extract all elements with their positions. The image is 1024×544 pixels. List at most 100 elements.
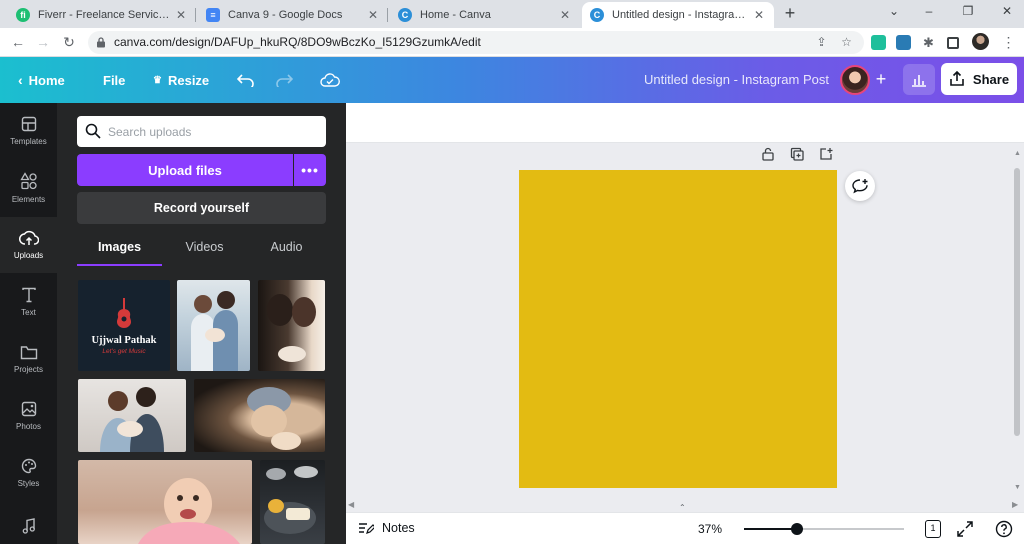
forward-icon[interactable]: → xyxy=(35,34,51,50)
restore-icon[interactable]: ❐ xyxy=(961,4,975,18)
tab-images[interactable]: Images xyxy=(77,240,162,264)
scroll-right-arrow-icon[interactable]: ▶ xyxy=(1012,500,1018,509)
duplicate-page-icon[interactable] xyxy=(790,147,804,161)
rail-item-photos[interactable]: Photos xyxy=(0,388,57,444)
rail-item-elements[interactable]: Elements xyxy=(0,160,57,216)
new-tab-button[interactable]: + xyxy=(781,4,799,22)
rail-item-uploads[interactable]: Uploads xyxy=(0,217,57,273)
side-panel-icon[interactable] xyxy=(947,37,959,49)
smiling-baby-image xyxy=(138,478,240,544)
rail-item-styles[interactable]: Styles xyxy=(0,445,57,501)
extension-save-icon[interactable] xyxy=(896,35,911,50)
upload-thumbnail-couple-photo[interactable] xyxy=(258,280,325,371)
fullscreen-icon[interactable] xyxy=(956,520,974,538)
upload-thumbnail-logo[interactable]: Ujjwal Pathak Let's get Music xyxy=(78,280,170,371)
upload-more-options-button[interactable]: ••• xyxy=(294,154,326,186)
uploads-panel: Upload files ••• Record yourself Images … xyxy=(57,103,346,544)
reload-icon[interactable]: ↻ xyxy=(61,34,77,50)
tab-videos[interactable]: Videos xyxy=(162,240,247,264)
rail-item-projects[interactable]: Projects xyxy=(0,331,57,387)
browser-tab-fiverr[interactable]: fi Fiverr - Freelance Services Marke ✕ xyxy=(8,2,196,28)
side-navigation-rail: Templates Elements Uploads Text Projects… xyxy=(0,103,57,544)
rail-item-audio[interactable] xyxy=(0,502,57,544)
home-button[interactable]: ‹ Home xyxy=(18,57,65,103)
minimize-icon[interactable]: – xyxy=(922,4,936,18)
editor-header: ‹ Home File ♛ Resize Untitled design - I… xyxy=(0,57,1024,103)
user-avatar[interactable] xyxy=(840,65,870,95)
close-tab-icon[interactable]: ✕ xyxy=(366,8,380,22)
browser-tab-untitled-design[interactable]: C Untitled design - Instagram Post ✕ xyxy=(582,2,774,28)
add-page-icon[interactable] xyxy=(819,147,833,161)
bookmark-star-icon[interactable]: ☆ xyxy=(839,35,854,50)
scrollbar-thumb[interactable] xyxy=(1014,168,1020,436)
address-bar[interactable]: canva.com/design/DAFUp_hkuRQ/8DO9wBczKo_… xyxy=(88,31,864,54)
back-icon[interactable]: ← xyxy=(10,34,26,50)
save-status-button[interactable] xyxy=(320,57,340,103)
extension-grammar-icon[interactable] xyxy=(871,35,886,50)
tab-audio[interactable]: Audio xyxy=(247,240,326,264)
file-menu-button[interactable]: File xyxy=(103,57,125,103)
record-yourself-button[interactable]: Record yourself xyxy=(77,192,326,224)
rail-item-templates[interactable]: Templates xyxy=(0,103,57,159)
vertical-scrollbar[interactable]: ▲ ▼ xyxy=(1012,150,1022,498)
help-icon[interactable] xyxy=(995,520,1013,538)
upload-thumbnail-parents-baby-photo[interactable] xyxy=(78,379,186,452)
resize-button[interactable]: ♛ Resize xyxy=(153,57,209,103)
resize-label: Resize xyxy=(167,72,210,88)
close-tab-icon[interactable]: ✕ xyxy=(174,8,188,22)
scroll-up-arrow-icon[interactable]: ▲ xyxy=(1014,150,1021,157)
styles-icon xyxy=(21,458,36,474)
close-tab-icon[interactable]: ✕ xyxy=(752,8,766,22)
elements-icon xyxy=(19,172,37,190)
zoom-percentage[interactable]: 37% xyxy=(698,522,722,536)
rail-item-text[interactable]: Text xyxy=(0,274,57,330)
fiverr-favicon-icon: fi xyxy=(16,8,30,22)
extensions-puzzle-icon[interactable]: ✱ xyxy=(921,35,936,50)
design-page-canvas[interactable] xyxy=(519,170,837,488)
editor-footer: Notes 37% 1 xyxy=(346,512,1024,544)
undo-button[interactable] xyxy=(237,57,255,103)
browser-tab-strip: fi Fiverr - Freelance Services Marke ✕ ≡… xyxy=(0,0,1024,28)
text-icon xyxy=(21,287,36,303)
page-count-button[interactable]: 1 xyxy=(925,520,941,538)
document-title[interactable]: Untitled design - Instagram Post xyxy=(644,72,829,87)
close-tab-icon[interactable]: ✕ xyxy=(558,8,572,22)
upload-files-label: Upload files xyxy=(148,162,222,178)
insights-button[interactable] xyxy=(903,64,935,95)
browser-tab-home-canva[interactable]: C Home - Canva ✕ xyxy=(390,2,580,28)
rail-label: Uploads xyxy=(13,251,44,260)
show-pages-caret-icon[interactable]: ⌃ xyxy=(679,503,686,512)
share-button[interactable]: Share xyxy=(941,63,1017,95)
search-input[interactable] xyxy=(108,122,318,141)
notes-button[interactable]: Notes xyxy=(358,521,415,535)
zoom-slider-handle[interactable] xyxy=(790,523,803,535)
redo-button[interactable] xyxy=(275,57,293,103)
browser-menu-icon[interactable]: ⋮ xyxy=(1001,35,1016,50)
upload-files-button[interactable]: Upload files xyxy=(77,154,293,186)
couple-silhouette-image xyxy=(267,294,316,362)
upload-thumbnail-food-photo[interactable] xyxy=(260,460,325,544)
search-uploads-box[interactable] xyxy=(77,116,326,147)
tab-search-icon[interactable]: ⌄ xyxy=(887,4,901,18)
share-page-icon[interactable]: ⇪ xyxy=(814,35,829,50)
rail-label: Styles xyxy=(17,479,40,488)
window-close-icon[interactable]: ✕ xyxy=(1000,4,1014,18)
share-label: Share xyxy=(972,71,1010,87)
upload-thumbnail-smiling-baby-photo[interactable] xyxy=(78,460,252,544)
lock-page-icon[interactable] xyxy=(761,147,775,161)
zoom-slider[interactable] xyxy=(744,523,904,535)
upload-thumbnail-family-photo[interactable] xyxy=(177,280,250,371)
guitar-logo-icon xyxy=(117,297,131,328)
tab-title: Home - Canva xyxy=(420,9,491,21)
add-member-icon[interactable]: + xyxy=(872,68,890,90)
upload-thumbnail-baby-sleeping-photo[interactable] xyxy=(194,379,325,452)
undo-icon xyxy=(237,74,254,87)
record-label: Record yourself xyxy=(153,201,250,215)
add-comment-button[interactable] xyxy=(845,171,875,201)
search-icon xyxy=(85,123,101,139)
projects-icon xyxy=(20,345,37,359)
scroll-down-arrow-icon[interactable]: ▼ xyxy=(1014,484,1021,491)
profile-avatar-icon[interactable] xyxy=(972,33,989,50)
browser-tab-google-docs[interactable]: ≡ Canva 9 - Google Docs ✕ xyxy=(198,2,388,28)
scroll-left-arrow-icon[interactable]: ◀ xyxy=(348,500,354,509)
